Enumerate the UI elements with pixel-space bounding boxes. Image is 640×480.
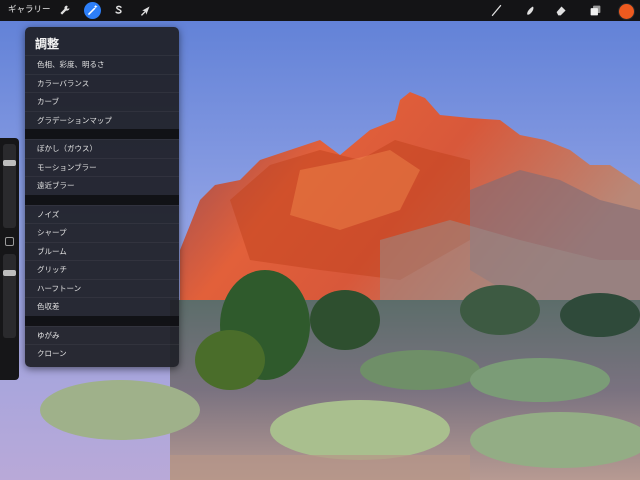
menu-item[interactable]: グラデーションマップ: [25, 110, 179, 129]
top-toolbar: ギャラリー: [0, 0, 640, 21]
opacity-slider[interactable]: [3, 254, 16, 338]
menu-separator: [25, 315, 179, 326]
menu-item[interactable]: 色収差: [25, 297, 179, 315]
magic-wand-icon[interactable]: [84, 2, 101, 19]
menu-item[interactable]: 遠近ブラー: [25, 176, 179, 194]
selection-s-icon[interactable]: [110, 2, 127, 19]
menu-item[interactable]: クローン: [25, 344, 179, 362]
menu-item[interactable]: ゆがみ: [25, 325, 179, 344]
left-sidebar: [0, 138, 19, 380]
brush-icon[interactable]: [488, 2, 505, 19]
menu-separator: [25, 194, 179, 205]
menu-item[interactable]: カーブ: [25, 92, 179, 110]
brush-size-thumb[interactable]: [3, 159, 16, 166]
menu-title: 調整: [35, 37, 60, 51]
menu-item[interactable]: グリッチ: [25, 260, 179, 278]
menu-separator: [25, 129, 179, 139]
modify-button[interactable]: [5, 237, 14, 246]
menu-item[interactable]: ノイズ: [25, 204, 179, 223]
menu-item[interactable]: シャープ: [25, 223, 179, 241]
color-picker-button[interactable]: [618, 3, 635, 20]
menu-item[interactable]: モーションブラー: [25, 157, 179, 176]
smudge-icon[interactable]: [522, 2, 539, 19]
menu-item[interactable]: カラーバランス: [25, 73, 179, 92]
menu-item[interactable]: ぼかし（ガウス）: [25, 139, 179, 157]
arrow-cursor-icon[interactable]: [137, 2, 154, 19]
wrench-icon[interactable]: [56, 2, 73, 19]
menu-item[interactable]: ブルーム: [25, 241, 179, 260]
adjustments-menu: 調整 色相、彩度、明るさ カラーバランス カーブ グラデーションマップ ぼかし（ガウス）…: [25, 27, 179, 367]
eraser-icon[interactable]: [553, 2, 570, 19]
layers-icon[interactable]: [587, 2, 604, 19]
gallery-button[interactable]: ギャラリー: [8, 3, 51, 17]
menu-item[interactable]: ハーフトーン: [25, 278, 179, 297]
opacity-thumb[interactable]: [3, 269, 16, 276]
menu-item[interactable]: 色相、彩度、明るさ: [25, 55, 179, 73]
brush-size-slider[interactable]: [3, 144, 16, 228]
